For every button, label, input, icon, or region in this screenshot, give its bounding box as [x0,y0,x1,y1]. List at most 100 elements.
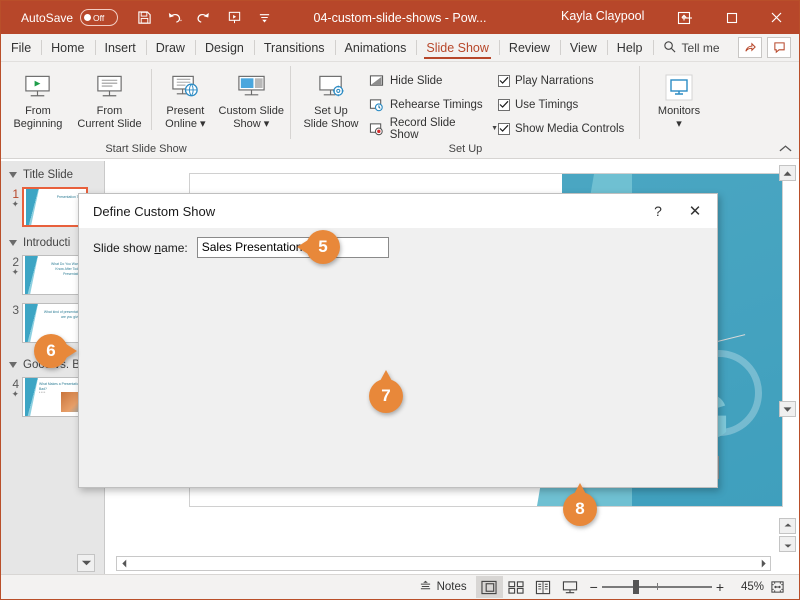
save-icon[interactable] [136,9,153,26]
zoom-thumb[interactable] [633,580,639,594]
slide-sorter-view-button[interactable] [503,576,530,598]
scroll-down-button[interactable] [779,401,796,417]
start-presentation-icon[interactable] [226,9,243,26]
dialog-title: Define Custom Show [93,204,215,219]
collapse-triangle-icon[interactable] [9,362,17,368]
record-slide-show-label: Record Slide Show [390,117,486,141]
tab-help[interactable]: Help [607,34,653,61]
section-title: Title Slide [23,169,73,181]
next-slide-button[interactable] [779,536,796,552]
zoom-out-button[interactable]: − [590,579,598,595]
comments-icon[interactable] [767,37,791,58]
dialog-title-actions: ? ✕ [643,202,717,220]
scroll-right-button[interactable] [756,557,770,570]
zoom-percent-label[interactable]: 45% [730,581,764,593]
rehearse-timings-button[interactable]: Rehearse Timings [368,95,498,114]
scroll-left-button[interactable] [117,557,131,570]
minimize-button[interactable] [664,1,709,34]
animation-star-icon: ✦ [7,267,19,278]
section-header-title-slide[interactable]: Title Slide [1,161,104,185]
from-beginning-label-1: From [25,105,51,118]
slide-show-name-input[interactable]: Sales Presentation [197,237,389,258]
redo-icon[interactable] [196,9,213,26]
present-online-button[interactable]: Present Online ▾ [156,65,214,142]
notes-icon [419,580,432,595]
tab-animations[interactable]: Animations [335,34,417,61]
tab-draw[interactable]: Draw [146,34,195,61]
share-icon[interactable] [738,37,762,58]
maximize-button[interactable] [709,1,754,34]
slide-show-name-label: Slide show name: [93,241,188,255]
autosave-control[interactable]: AutoSave Off [21,9,118,26]
set-up-slide-show-icon [316,71,347,105]
custom-slide-show-button[interactable]: Custom Slide Show ▾ [215,65,288,142]
hide-slide-button[interactable]: Hide Slide [368,71,498,90]
previous-slide-button[interactable] [779,518,796,534]
tab-insert[interactable]: Insert [95,34,146,61]
monitor-icon [662,71,696,105]
use-timings-checkbox[interactable]: Use Timings [498,95,633,114]
collapse-triangle-icon[interactable] [9,172,17,178]
tab-file[interactable]: File [1,34,41,61]
hide-slide-icon [368,72,385,89]
callout-badge-8: 8 [563,492,597,526]
tab-review[interactable]: Review [499,34,560,61]
show-media-controls-checkbox[interactable]: Show Media Controls [498,119,633,138]
notes-label: Notes [437,581,467,593]
tab-slide-show[interactable]: Slide Show [416,34,499,61]
close-icon[interactable]: ✕ [673,202,717,220]
tab-home[interactable]: Home [41,34,94,61]
set-up-slide-show-button[interactable]: Set Up Slide Show [294,65,368,142]
play-narrations-checkbox[interactable]: Play Narrations [498,71,633,90]
undo-icon[interactable] [166,9,183,26]
collapse-ribbon-icon[interactable] [779,144,792,156]
callout-number: 6 [46,341,55,361]
callout-tail [380,370,392,381]
tab-view[interactable]: View [560,34,607,61]
notes-button[interactable]: Notes [410,575,476,599]
help-icon[interactable]: ? [643,203,673,219]
zoom-slider[interactable]: − + [584,579,730,595]
checkbox-checked-icon [498,99,510,111]
custom-slide-show-label-1: Custom Slide [219,105,284,118]
tell-me-search[interactable]: Tell me [653,34,730,61]
animation-star-icon: ✦ [7,389,19,400]
from-beginning-icon [22,71,53,105]
slide-show-name-row: Slide show name: Sales Presentation [79,228,717,258]
callout-badge-6: 6 [34,334,68,368]
monitors-label-1: Monitors [658,105,700,118]
window-controls [664,1,799,34]
autosave-toggle[interactable]: Off [80,9,118,26]
record-slide-show-button[interactable]: Record Slide Show ▼ [368,119,498,138]
monitors-button[interactable]: Monitors ▾ [643,65,715,142]
tab-design[interactable]: Design [195,34,254,61]
tab-transitions[interactable]: Transitions [254,34,335,61]
zoom-track[interactable] [602,586,712,588]
fit-to-window-button[interactable] [764,575,791,599]
custom-slide-show-label-2: Show ▾ [233,118,269,131]
define-custom-show-dialog[interactable]: Define Custom Show ? ✕ Slide show name: … [78,193,718,488]
reading-view-button[interactable] [530,576,557,598]
status-bar: Notes − + 45% [1,574,799,599]
horizontal-scrollbar[interactable] [116,556,771,571]
chevron-down-icon[interactable]: ▼ [491,125,498,132]
from-current-slide-button[interactable]: From Current Slide [72,65,147,142]
from-beginning-label-2: Beginning [13,118,62,131]
group-label-start-slide-show: Start Slide Show [1,142,291,158]
thumbnail-pane-scroll-down-button[interactable] [77,554,95,572]
normal-view-button[interactable] [476,576,503,598]
slide-show-view-button[interactable] [557,576,584,598]
present-online-label-1: Present [166,105,204,118]
tab-right-actions [738,34,799,61]
checkbox-checked-icon [498,123,510,135]
tell-me-label: Tell me [682,41,720,55]
close-button[interactable] [754,1,799,34]
title-bar: AutoSave Off 04-custom-slide-shows - Pow… [1,1,799,34]
from-beginning-button[interactable]: From Beginning [4,65,72,142]
zoom-in-button[interactable]: + [716,579,724,595]
user-account-name[interactable]: Kayla Claypool [561,9,644,23]
scroll-up-button[interactable] [779,165,796,181]
collapse-triangle-icon[interactable] [9,240,17,246]
thumb-decor [25,256,38,294]
customize-qat-icon[interactable] [256,9,273,26]
